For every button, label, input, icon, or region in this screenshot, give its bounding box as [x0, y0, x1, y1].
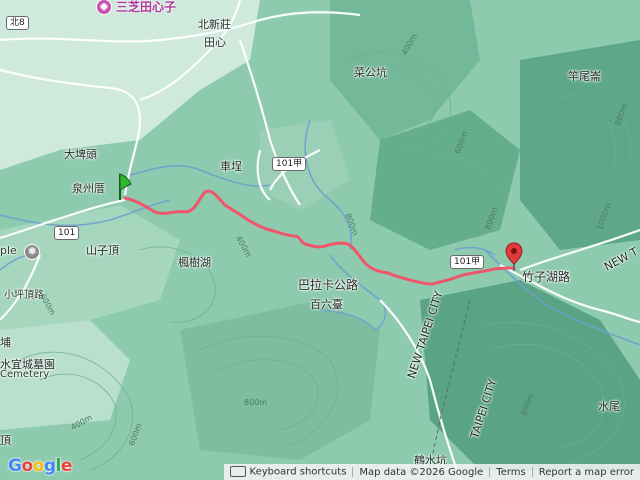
keyboard-shortcuts-link[interactable]: Keyboard shortcuts	[224, 466, 353, 478]
label-dapitou: 大埤頭	[64, 148, 97, 161]
label-pu: 埔	[0, 336, 11, 349]
label-shuiwei: 水尾	[598, 400, 620, 413]
poi-sanzhitian-label: 三芝田心子	[116, 0, 177, 14]
route-shield-101jia-east: 101甲	[450, 255, 485, 269]
temple-icon: ✲	[24, 244, 40, 260]
route-shield-101jia-north: 101甲	[272, 157, 307, 171]
label-cemetery-en: Cemetery	[0, 369, 50, 380]
label-balaka-road: 巴拉卡公路	[298, 278, 359, 292]
label-bailiutai: 百六臺	[310, 298, 343, 311]
keyboard-shortcuts-label: Keyboard shortcuts	[249, 466, 347, 478]
map-view[interactable]: 北8 101 101甲 101甲 ◆ 三芝田心子 ✲ 北新莊 田心 菜公坑 竿尾…	[0, 0, 640, 480]
end-marker-icon[interactable]	[505, 242, 523, 272]
shopping-bag-icon: ◆	[96, 0, 112, 15]
contour-label: 800m	[244, 398, 268, 407]
label-ding: 頂	[0, 434, 11, 447]
route-shield-north8: 北8	[6, 16, 29, 30]
label-xiaopingding-road: 小坪頂路	[4, 290, 44, 301]
map-data-attribution: Map data ©2026 Google	[359, 466, 484, 478]
google-logo: Google	[8, 456, 72, 476]
label-ple: ple	[0, 244, 17, 257]
label-chepi: 車埕	[220, 160, 242, 173]
keyboard-icon	[229, 466, 246, 478]
label-tianxin: 田心	[204, 36, 226, 49]
label-fengshuhu: 楓樹湖	[178, 256, 211, 269]
label-ganweilun: 竿尾崙	[568, 70, 601, 83]
map-footer: Keyboard shortcuts Map data ©2026 Google…	[223, 464, 640, 480]
report-map-error-link[interactable]: Report a map error	[533, 467, 640, 478]
poi-temple[interactable]: ✲	[24, 244, 40, 260]
label-beixinzhuang: 北新莊	[198, 18, 231, 31]
poi-sanzhitian[interactable]: ◆ 三芝田心子	[96, 0, 176, 15]
label-quanzhoucuo: 泉州厝	[72, 182, 105, 195]
start-marker-icon[interactable]	[117, 172, 135, 202]
terrain-layer	[0, 0, 640, 480]
label-shanziding: 山子頂	[86, 244, 119, 257]
label-caigongkeng: 菜公坑	[354, 66, 387, 79]
terms-link[interactable]: Terms	[490, 467, 531, 478]
route-shield-101: 101	[54, 226, 80, 240]
label-zhuzihu-road: 竹子湖路	[522, 270, 571, 284]
